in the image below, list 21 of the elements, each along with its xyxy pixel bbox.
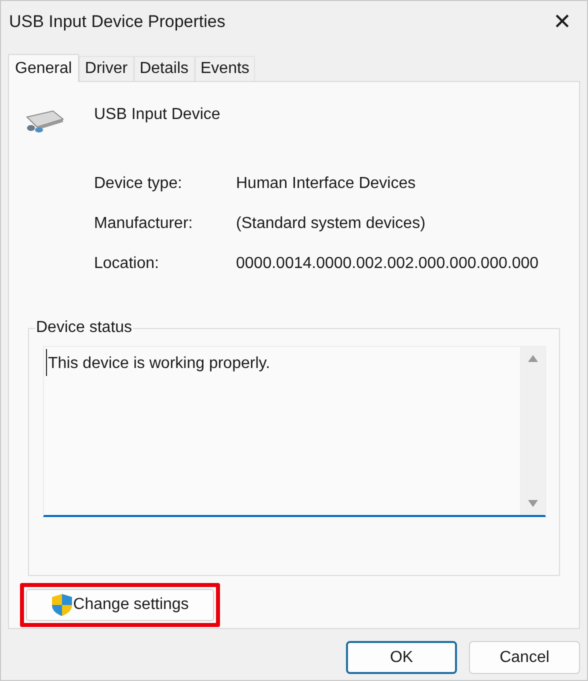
- device-name: USB Input Device: [94, 105, 220, 125]
- property-label: Location:: [94, 254, 160, 274]
- tab[interactable]: Driver: [78, 56, 134, 81]
- status-text-area[interactable]: This device is working properly.: [43, 346, 546, 517]
- property-label: Device type:: [94, 174, 184, 194]
- property-label: Manufacturer:: [94, 214, 194, 234]
- close-button[interactable]: ✕: [549, 11, 575, 33]
- scrollbar[interactable]: [520, 347, 545, 515]
- tab[interactable]: Events: [194, 56, 256, 81]
- scroll-down-icon[interactable]: [528, 500, 538, 507]
- tab[interactable]: General: [8, 54, 79, 82]
- tab[interactable]: Details: [134, 56, 194, 81]
- change-settings-button[interactable]: Change settings: [26, 589, 214, 621]
- property-value: Human Interface Devices: [236, 174, 416, 194]
- window-title: USB Input Device Properties: [9, 11, 226, 34]
- property-value: 0000.0014.0000.002.002.000.000.000.000: [236, 254, 539, 274]
- shield-icon: [51, 593, 74, 617]
- ok-button[interactable]: OK: [346, 641, 457, 674]
- scroll-up-icon[interactable]: [528, 355, 538, 362]
- property-value: (Standard system devices): [236, 214, 426, 234]
- cancel-button[interactable]: Cancel: [469, 641, 580, 674]
